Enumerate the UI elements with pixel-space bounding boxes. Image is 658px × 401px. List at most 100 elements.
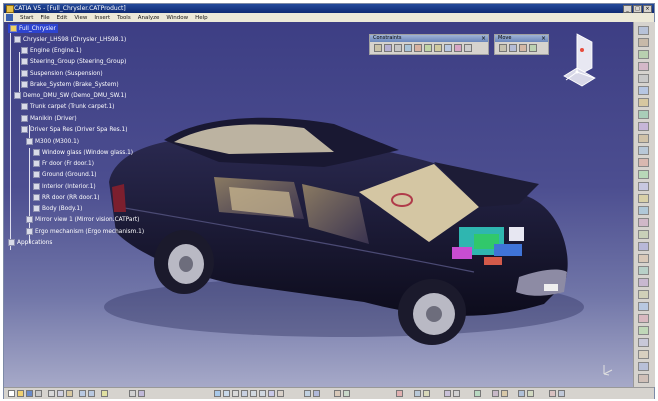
toolbar-icon[interactable] xyxy=(638,230,649,239)
toolbar-icon[interactable] xyxy=(638,374,649,383)
toolbar-icon[interactable] xyxy=(638,38,649,47)
toolbar-icon[interactable] xyxy=(638,218,649,227)
clash-icon[interactable] xyxy=(396,390,403,397)
toolbar-icon[interactable] xyxy=(638,146,649,155)
toolbar-icon[interactable] xyxy=(638,266,649,275)
toolbar-icon[interactable] xyxy=(638,350,649,359)
maximize-button[interactable]: □ xyxy=(633,5,642,13)
menu-start[interactable]: Start xyxy=(20,15,33,21)
toolbar-icon[interactable] xyxy=(638,170,649,179)
open-icon[interactable] xyxy=(17,390,24,397)
offset-constraint-icon[interactable] xyxy=(394,44,402,52)
contact-constraint-icon[interactable] xyxy=(384,44,392,52)
compass-icon[interactable] xyxy=(552,28,602,98)
toolbar-icon[interactable] xyxy=(638,326,649,335)
undo-icon[interactable] xyxy=(79,390,86,397)
tree-item-applications[interactable]: Applications xyxy=(8,238,52,247)
toolbar-icon[interactable] xyxy=(638,362,649,371)
toolbar-icon[interactable] xyxy=(638,302,649,311)
toolbar-icon[interactable] xyxy=(638,182,649,191)
tree-item-ground[interactable]: Ground (Ground.1) xyxy=(33,170,97,179)
menu-file[interactable]: File xyxy=(40,15,49,21)
tree-item-manikin[interactable]: Manikin (Driver) xyxy=(21,114,77,123)
hide-show-icon[interactable] xyxy=(334,390,341,397)
normal-view-icon[interactable] xyxy=(268,390,275,397)
menu-analyze[interactable]: Analyze xyxy=(138,15,160,21)
fly-mode-icon[interactable] xyxy=(214,390,221,397)
section-icon[interactable] xyxy=(414,390,421,397)
toolbar-icon[interactable] xyxy=(638,314,649,323)
cut-icon[interactable] xyxy=(48,390,55,397)
3d-viewport[interactable]: Full_Chrysler Chrysler_LHS98 (Chrysler_L… xyxy=(4,22,633,387)
flexible-subassembly-icon[interactable] xyxy=(444,44,452,52)
toolbar-icon[interactable] xyxy=(638,86,649,95)
toolbar-icon[interactable] xyxy=(638,50,649,59)
multi-view-icon[interactable] xyxy=(277,390,284,397)
close-icon[interactable]: × xyxy=(481,35,486,42)
rotate-icon[interactable] xyxy=(241,390,248,397)
copy-icon[interactable] xyxy=(57,390,64,397)
tree-item-chrysler[interactable]: Chrysler_LHS98 (Chrysler_LHS98.1) xyxy=(14,35,126,44)
minimize-button[interactable]: _ xyxy=(623,5,632,13)
menu-help[interactable]: Help xyxy=(195,15,208,21)
fix-together-icon[interactable] xyxy=(424,44,432,52)
measure-icon[interactable] xyxy=(444,390,451,397)
publish-icon[interactable] xyxy=(558,390,565,397)
angle-constraint-icon[interactable] xyxy=(404,44,412,52)
help-icon[interactable] xyxy=(101,390,108,397)
tree-item-body[interactable]: Body (Body.1) xyxy=(33,204,82,213)
tree-item-interior[interactable]: Interior (Interior.1) xyxy=(33,182,96,191)
tree-item-brake-system[interactable]: Brake_System (Brake_System) xyxy=(21,80,119,89)
document-icon[interactable] xyxy=(6,14,13,21)
toolbar-icon[interactable] xyxy=(638,206,649,215)
tree-item-suspension[interactable]: Suspension (Suspension) xyxy=(21,69,103,78)
tree-item-steering-group[interactable]: Steering_Group (Steering_Group) xyxy=(21,57,126,66)
tree-item-demo-dmu[interactable]: Demo_DMU_SW (Demo_DMU_SW.1) xyxy=(14,91,127,100)
scenes-icon[interactable] xyxy=(474,390,481,397)
tree-item-mirror-view[interactable]: Mirror view 1 (Mirror vision.CATPart) xyxy=(26,215,139,224)
fix-component-icon[interactable] xyxy=(414,44,422,52)
fit-all-icon[interactable] xyxy=(223,390,230,397)
redo-icon[interactable] xyxy=(88,390,95,397)
simulation-icon[interactable] xyxy=(492,390,499,397)
coincidence-constraint-icon[interactable] xyxy=(374,44,382,52)
toolbar-icon[interactable] xyxy=(638,158,649,167)
print-icon[interactable] xyxy=(35,390,42,397)
tree-item-trunk-carpet[interactable]: Trunk carpet (Trunk carpet.1) xyxy=(21,102,114,111)
toolbar-icon[interactable] xyxy=(638,98,649,107)
catalog-icon[interactable] xyxy=(138,390,145,397)
constraints-toolbar[interactable]: Constraints × xyxy=(369,34,489,55)
tree-item-engine[interactable]: Engine (Engine.1) xyxy=(21,46,82,55)
tree-item-m300[interactable]: M300 (M300.1) xyxy=(26,137,79,146)
snap-icon[interactable] xyxy=(509,44,517,52)
close-button[interactable]: × xyxy=(643,5,652,13)
tree-item-rr-door[interactable]: RR door (RR door.1) xyxy=(33,193,99,202)
toolbar-icon[interactable] xyxy=(638,242,649,251)
toolbar-icon[interactable] xyxy=(638,338,649,347)
menu-window[interactable]: Window xyxy=(166,15,188,21)
toolbar-icon[interactable] xyxy=(638,122,649,131)
reuse-pattern-icon[interactable] xyxy=(464,44,472,52)
tree-item-fr-door[interactable]: Fr door (Fr door.1) xyxy=(33,159,94,168)
bill-of-material-icon[interactable] xyxy=(453,390,460,397)
zoom-out-icon[interactable] xyxy=(259,390,266,397)
distance-icon[interactable] xyxy=(423,390,430,397)
tree-item-driver-spa-res[interactable]: Driver Spa Res (Driver Spa Res.1) xyxy=(21,125,127,134)
tree-item-ergo-mechanism[interactable]: Ergo mechanism (Ergo mechanism.1) xyxy=(26,227,144,236)
toolbar-icon[interactable] xyxy=(638,290,649,299)
toolbar-icon[interactable] xyxy=(638,134,649,143)
clash-stop-icon[interactable] xyxy=(529,44,537,52)
iso-view-icon[interactable] xyxy=(304,390,311,397)
menu-edit[interactable]: Edit xyxy=(57,15,68,21)
toolbar-icon[interactable] xyxy=(638,74,649,83)
tree-root[interactable]: Full_Chrysler xyxy=(8,24,58,33)
toolbar-icon[interactable] xyxy=(638,26,649,35)
paste-icon[interactable] xyxy=(66,390,73,397)
save-icon[interactable] xyxy=(26,390,33,397)
tree-item-window-glass[interactable]: Window glass (Window glass.1) xyxy=(33,148,133,157)
formula-icon[interactable] xyxy=(129,390,136,397)
quick-constraint-icon[interactable] xyxy=(434,44,442,52)
move-toolbar[interactable]: Move × xyxy=(494,34,549,55)
toolbar-icon[interactable] xyxy=(638,194,649,203)
zoom-in-icon[interactable] xyxy=(250,390,257,397)
